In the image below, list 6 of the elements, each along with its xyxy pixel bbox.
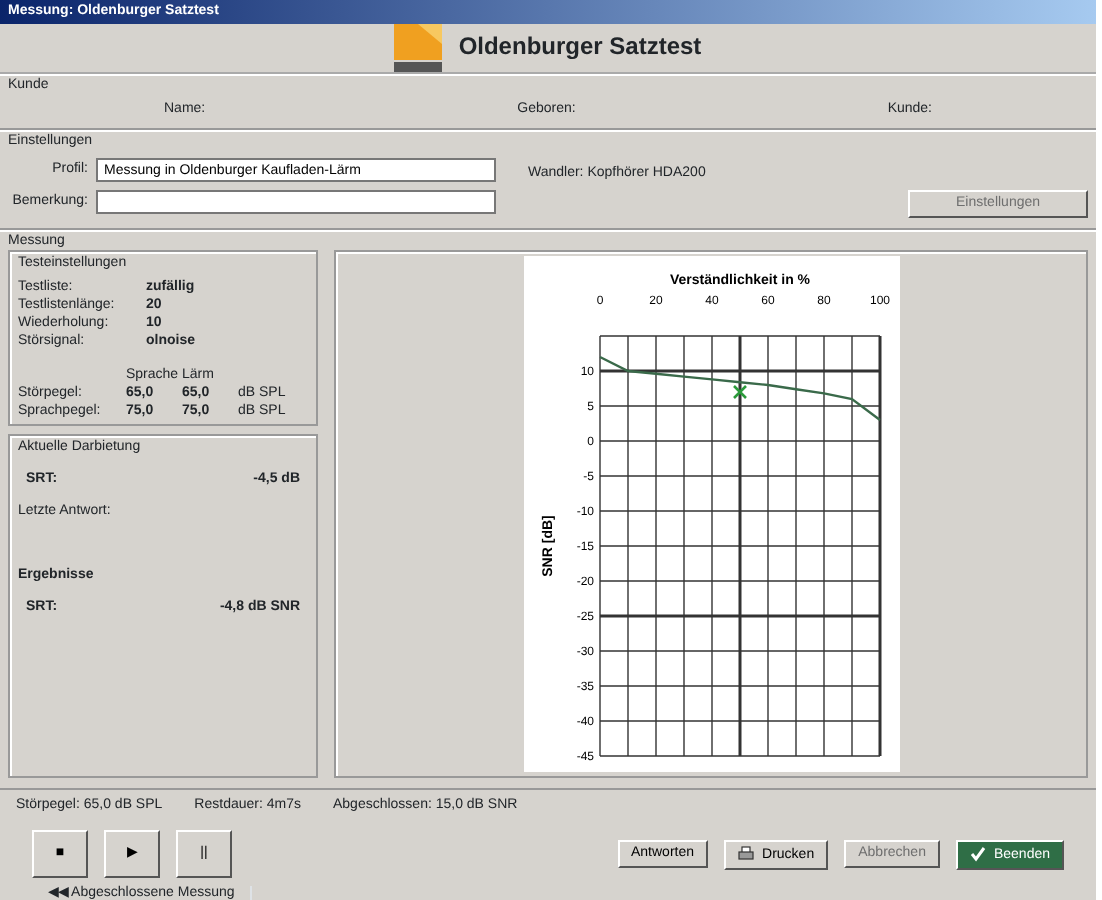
remark-field[interactable] (96, 190, 496, 215)
app-title: Oldenburger Satztest (458, 34, 702, 62)
logo-icon (394, 24, 443, 73)
printer-icon (738, 845, 755, 862)
check-icon (969, 845, 986, 862)
measurement-marker (731, 385, 747, 400)
